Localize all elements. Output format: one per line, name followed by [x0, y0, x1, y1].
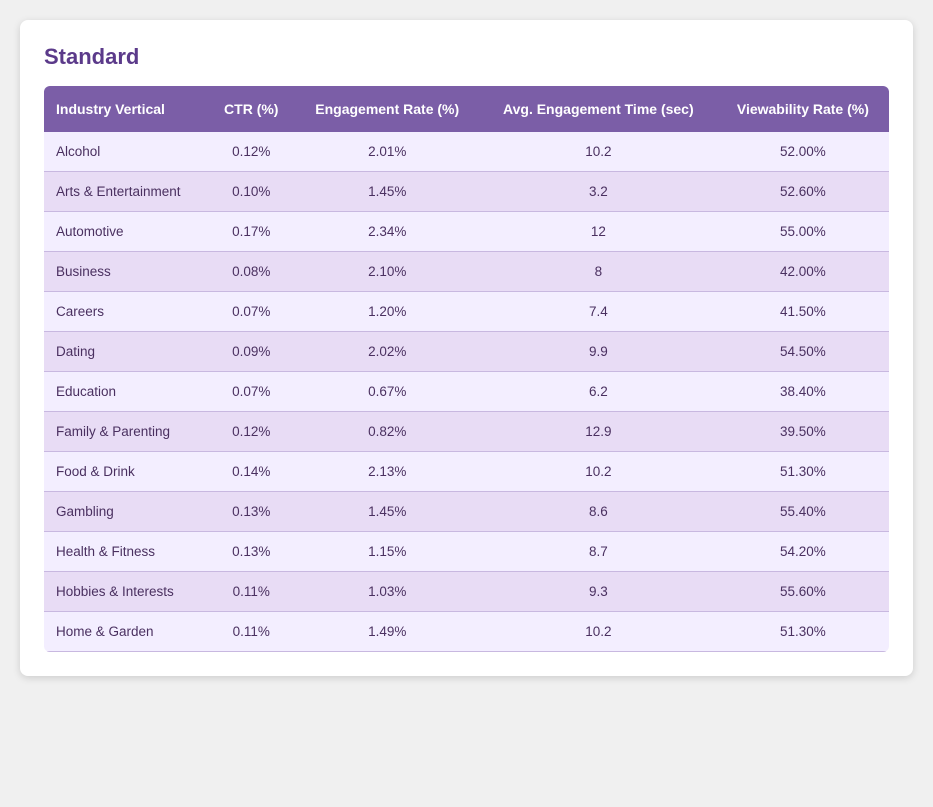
cell-8-2: 2.13%: [295, 452, 480, 492]
cell-0-4: 52.00%: [717, 132, 889, 172]
cell-2-2: 2.34%: [295, 212, 480, 252]
card-title: Standard: [44, 44, 889, 70]
cell-3-1: 0.08%: [208, 252, 295, 292]
cell-1-4: 52.60%: [717, 172, 889, 212]
table-row: Food & Drink0.14%2.13%10.251.30%: [44, 452, 889, 492]
cell-2-3: 12: [480, 212, 717, 252]
cell-7-3: 12.9: [480, 412, 717, 452]
cell-10-4: 54.20%: [717, 532, 889, 572]
cell-6-2: 0.67%: [295, 372, 480, 412]
cell-1-1: 0.10%: [208, 172, 295, 212]
cell-12-0: Home & Garden: [44, 612, 208, 652]
cell-5-2: 2.02%: [295, 332, 480, 372]
cell-1-2: 1.45%: [295, 172, 480, 212]
cell-4-2: 1.20%: [295, 292, 480, 332]
cell-12-3: 10.2: [480, 612, 717, 652]
cell-4-3: 7.4: [480, 292, 717, 332]
col-header-2: Engagement Rate (%): [295, 86, 480, 132]
col-header-1: CTR (%): [208, 86, 295, 132]
cell-6-4: 38.40%: [717, 372, 889, 412]
cell-12-4: 51.30%: [717, 612, 889, 652]
cell-11-0: Hobbies & Interests: [44, 572, 208, 612]
cell-10-0: Health & Fitness: [44, 532, 208, 572]
cell-8-1: 0.14%: [208, 452, 295, 492]
cell-10-1: 0.13%: [208, 532, 295, 572]
cell-9-1: 0.13%: [208, 492, 295, 532]
table-row: Alcohol0.12%2.01%10.252.00%: [44, 132, 889, 172]
cell-8-0: Food & Drink: [44, 452, 208, 492]
cell-10-3: 8.7: [480, 532, 717, 572]
cell-3-2: 2.10%: [295, 252, 480, 292]
cell-2-0: Automotive: [44, 212, 208, 252]
cell-11-2: 1.03%: [295, 572, 480, 612]
cell-0-1: 0.12%: [208, 132, 295, 172]
cell-7-4: 39.50%: [717, 412, 889, 452]
cell-4-0: Careers: [44, 292, 208, 332]
cell-5-0: Dating: [44, 332, 208, 372]
table-header-row: Industry VerticalCTR (%)Engagement Rate …: [44, 86, 889, 132]
cell-5-4: 54.50%: [717, 332, 889, 372]
data-table: Industry VerticalCTR (%)Engagement Rate …: [44, 86, 889, 652]
table-row: Hobbies & Interests0.11%1.03%9.355.60%: [44, 572, 889, 612]
cell-11-4: 55.60%: [717, 572, 889, 612]
cell-8-4: 51.30%: [717, 452, 889, 492]
cell-3-3: 8: [480, 252, 717, 292]
cell-4-1: 0.07%: [208, 292, 295, 332]
cell-0-2: 2.01%: [295, 132, 480, 172]
cell-7-0: Family & Parenting: [44, 412, 208, 452]
cell-7-2: 0.82%: [295, 412, 480, 452]
col-header-3: Avg. Engagement Time (sec): [480, 86, 717, 132]
cell-2-4: 55.00%: [717, 212, 889, 252]
table-row: Gambling0.13%1.45%8.655.40%: [44, 492, 889, 532]
table-row: Health & Fitness0.13%1.15%8.754.20%: [44, 532, 889, 572]
cell-2-1: 0.17%: [208, 212, 295, 252]
col-header-0: Industry Vertical: [44, 86, 208, 132]
table-row: Careers0.07%1.20%7.441.50%: [44, 292, 889, 332]
cell-5-3: 9.9: [480, 332, 717, 372]
cell-5-1: 0.09%: [208, 332, 295, 372]
cell-9-4: 55.40%: [717, 492, 889, 532]
cell-4-4: 41.50%: [717, 292, 889, 332]
table-row: Family & Parenting0.12%0.82%12.939.50%: [44, 412, 889, 452]
table-row: Automotive0.17%2.34%1255.00%: [44, 212, 889, 252]
cell-9-0: Gambling: [44, 492, 208, 532]
cell-9-2: 1.45%: [295, 492, 480, 532]
table-row: Business0.08%2.10%842.00%: [44, 252, 889, 292]
cell-6-3: 6.2: [480, 372, 717, 412]
cell-1-0: Arts & Entertainment: [44, 172, 208, 212]
cell-0-0: Alcohol: [44, 132, 208, 172]
main-card: Standard Industry VerticalCTR (%)Engagem…: [20, 20, 913, 676]
cell-6-0: Education: [44, 372, 208, 412]
cell-10-2: 1.15%: [295, 532, 480, 572]
cell-6-1: 0.07%: [208, 372, 295, 412]
cell-3-4: 42.00%: [717, 252, 889, 292]
table-row: Arts & Entertainment0.10%1.45%3.252.60%: [44, 172, 889, 212]
cell-7-1: 0.12%: [208, 412, 295, 452]
cell-0-3: 10.2: [480, 132, 717, 172]
cell-1-3: 3.2: [480, 172, 717, 212]
cell-11-3: 9.3: [480, 572, 717, 612]
cell-9-3: 8.6: [480, 492, 717, 532]
table-row: Education0.07%0.67%6.238.40%: [44, 372, 889, 412]
table-row: Home & Garden0.11%1.49%10.251.30%: [44, 612, 889, 652]
cell-8-3: 10.2: [480, 452, 717, 492]
col-header-4: Viewability Rate (%): [717, 86, 889, 132]
table-row: Dating0.09%2.02%9.954.50%: [44, 332, 889, 372]
cell-12-1: 0.11%: [208, 612, 295, 652]
cell-12-2: 1.49%: [295, 612, 480, 652]
table-body: Alcohol0.12%2.01%10.252.00%Arts & Entert…: [44, 132, 889, 652]
cell-11-1: 0.11%: [208, 572, 295, 612]
cell-3-0: Business: [44, 252, 208, 292]
